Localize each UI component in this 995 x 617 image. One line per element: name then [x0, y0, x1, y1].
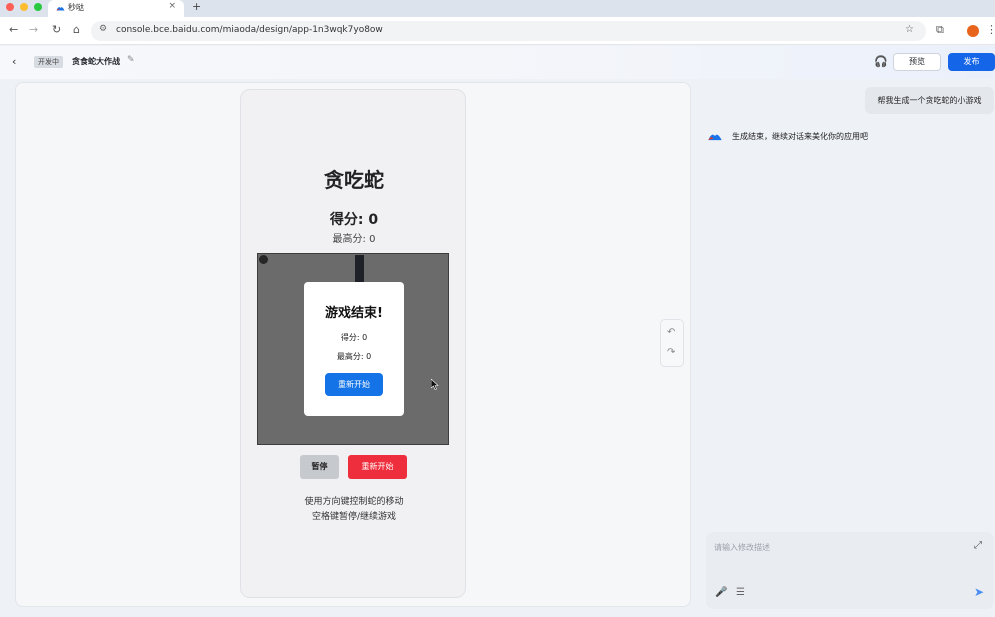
game-over-title: 游戏结束!	[325, 306, 383, 321]
browser-tab[interactable]: 秒哒 ×	[48, 0, 184, 17]
game-board[interactable]: 游戏结束! 得分: 0 最高分: 0 重新开始	[257, 253, 449, 445]
profile-avatar[interactable]	[967, 25, 979, 37]
phone-preview: 贪吃蛇 得分: 0 最高分: 0 游戏结束! 得分: 0 最高分: 0 重新开始…	[240, 89, 466, 598]
url-text[interactable]: console.bce.baidu.com/miaoda/design/app-…	[116, 25, 383, 35]
publish-button[interactable]: 发布	[948, 53, 995, 71]
send-icon[interactable]: ➤	[974, 585, 984, 599]
game-over-modal: 游戏结束! 得分: 0 最高分: 0 重新开始	[304, 282, 439, 416]
reload-icon[interactable]: ↻	[52, 23, 61, 36]
headset-icon[interactable]: 🎧	[874, 55, 888, 68]
back-arrow-icon[interactable]: ‹	[12, 55, 16, 68]
minimize-window-icon[interactable]	[20, 3, 28, 11]
browser-toolbar: ← → ↻ ⌂ ⚙ console.bce.baidu.com/miaoda/d…	[0, 17, 995, 45]
back-icon[interactable]: ←	[9, 23, 18, 36]
extensions-icon[interactable]: ⧉	[936, 23, 944, 37]
app-title: 贪食蛇大作战	[72, 57, 120, 66]
chat-input-placeholder[interactable]: 请输入修改描述	[714, 542, 770, 553]
maximize-window-icon[interactable]	[34, 3, 42, 11]
browser-menu-icon[interactable]: ⋮	[986, 23, 995, 36]
preview-button[interactable]: 预览	[893, 53, 941, 71]
highscore-display: 最高分: 0	[332, 234, 376, 245]
expand-icon[interactable]: ⤢	[974, 540, 982, 551]
game-title: 贪吃蛇	[324, 168, 384, 192]
chat-input-box[interactable]: 请输入修改描述 ⤢ 🎤 ☰ ➤	[706, 532, 994, 609]
restart-button[interactable]: 重新开始	[348, 455, 407, 479]
modal-highscore: 最高分: 0	[336, 352, 372, 361]
help-text-controls: 使用方向键控制蛇的移动	[304, 497, 404, 507]
snake-body	[355, 255, 364, 283]
miaoda-logo-icon	[56, 7, 65, 11]
undo-icon[interactable]: ↶	[667, 327, 675, 338]
score-display: 得分: 0	[329, 212, 379, 228]
site-info-icon[interactable]: ⚙	[99, 24, 107, 34]
new-tab-icon[interactable]: +	[192, 0, 201, 13]
app-header: ‹ 开发中 贪食蛇大作战 ✎ 🎧 预览 发布	[0, 46, 995, 79]
pause-button[interactable]: 暂停	[300, 455, 339, 479]
mouse-cursor-icon	[431, 379, 439, 390]
home-icon[interactable]: ⌂	[73, 23, 80, 36]
tab-title: 秒哒	[68, 3, 84, 12]
user-message: 帮我生成一个贪吃蛇的小游戏	[865, 87, 994, 114]
modal-score: 得分: 0	[340, 333, 368, 342]
microphone-icon[interactable]: 🎤	[715, 587, 727, 598]
tab-close-icon[interactable]: ×	[168, 1, 176, 11]
prompt-list-icon[interactable]: ☰	[736, 587, 745, 598]
food-dot	[259, 255, 268, 264]
assistant-message: 生成结束，继续对话来美化你的应用吧	[732, 132, 868, 141]
edit-icon[interactable]: ✎	[127, 55, 135, 65]
assistant-logo-icon	[708, 134, 722, 141]
address-bar[interactable]: ⚙ console.bce.baidu.com/miaoda/design/ap…	[91, 21, 926, 41]
bookmark-star-icon[interactable]: ☆	[905, 24, 914, 35]
status-badge: 开发中	[34, 56, 63, 68]
modal-restart-button[interactable]: 重新开始	[325, 373, 383, 396]
redo-icon[interactable]: ↷	[667, 347, 675, 358]
browser-tab-bar: 秒哒 × +	[0, 0, 995, 17]
help-text-pause: 空格键暂停/继续游戏	[311, 512, 397, 522]
forward-icon[interactable]: →	[29, 23, 38, 36]
history-controls: ↶ ↷	[660, 319, 684, 367]
close-window-icon[interactable]	[6, 3, 14, 11]
